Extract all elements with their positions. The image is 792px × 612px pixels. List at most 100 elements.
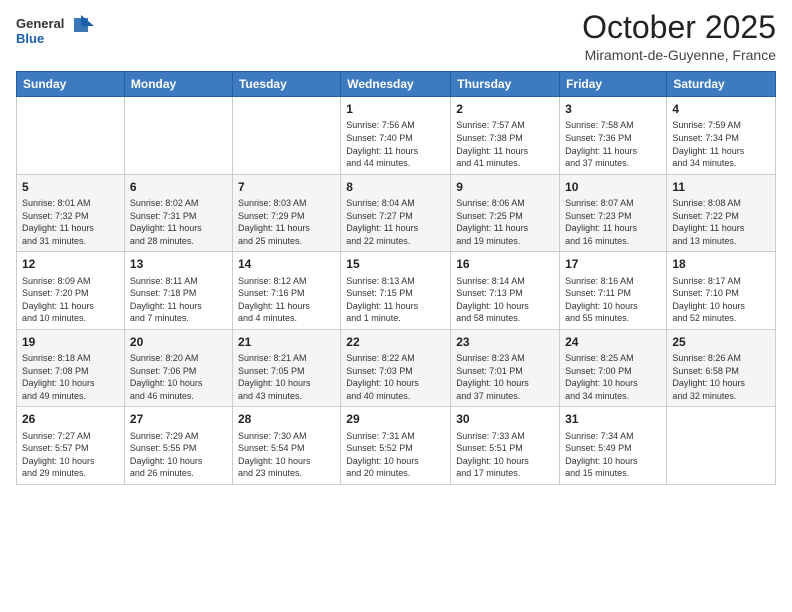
calendar-cell: 25 Sunrise: 8:26 AM Sunset: 6:58 PM Dayli… — [667, 329, 776, 407]
day-number: 5 — [22, 179, 119, 195]
day-info: Sunrise: 8:09 AM Sunset: 7:20 PM Dayligh… — [22, 275, 119, 325]
day-info: Sunrise: 8:16 AM Sunset: 7:11 PM Dayligh… — [565, 275, 661, 325]
svg-text:General: General — [16, 16, 64, 31]
day-number: 18 — [672, 256, 770, 272]
day-info: Sunrise: 8:02 AM Sunset: 7:31 PM Dayligh… — [130, 197, 227, 247]
weekday-header-row: Sunday Monday Tuesday Wednesday Thursday… — [17, 72, 776, 97]
page: General Blue October 2025 Miramont-de-Gu… — [0, 0, 792, 612]
day-number: 8 — [346, 179, 445, 195]
day-number: 4 — [672, 101, 770, 117]
day-number: 17 — [565, 256, 661, 272]
day-info: Sunrise: 8:07 AM Sunset: 7:23 PM Dayligh… — [565, 197, 661, 247]
calendar-cell: 1 Sunrise: 7:56 AM Sunset: 7:40 PM Daylig… — [341, 97, 451, 175]
calendar-cell: 15Sunrise: 8:13 AM Sunset: 7:15 PM Dayli… — [341, 252, 451, 330]
calendar-cell: 28 Sunrise: 7:30 AM Sunset: 5:54 PM Dayli… — [232, 407, 340, 485]
day-info: Sunrise: 8:06 AM Sunset: 7:25 PM Dayligh… — [456, 197, 554, 247]
calendar-cell: 29Sunrise: 7:31 AM Sunset: 5:52 PM Dayli… — [341, 407, 451, 485]
calendar-cell: 5 Sunrise: 8:01 AM Sunset: 7:32 PM Daylig… — [17, 174, 125, 252]
calendar-cell: 7 Sunrise: 8:03 AM Sunset: 7:29 PM Daylig… — [232, 174, 340, 252]
logo-svg: General Blue — [16, 10, 96, 50]
day-number: 23 — [456, 334, 554, 350]
calendar-cell: 23 Sunrise: 8:23 AM Sunset: 7:01 PM Dayli… — [451, 329, 560, 407]
calendar-cell: 14Sunrise: 8:12 AM Sunset: 7:16 PM Dayli… — [232, 252, 340, 330]
day-info: Sunrise: 8:13 AM Sunset: 7:15 PM Dayligh… — [346, 275, 445, 325]
calendar-week-4: 19 Sunrise: 8:18 AM Sunset: 7:08 PM Dayli… — [17, 329, 776, 407]
day-info: Sunrise: 8:20 AM Sunset: 7:06 PM Dayligh… — [130, 352, 227, 402]
day-number: 30 — [456, 411, 554, 427]
day-number: 20 — [130, 334, 227, 350]
month-title: October 2025 — [582, 10, 776, 45]
header-friday: Friday — [560, 72, 667, 97]
header-wednesday: Wednesday — [341, 72, 451, 97]
day-info: Sunrise: 7:30 AM Sunset: 5:54 PM Dayligh… — [238, 430, 335, 480]
calendar-table: Sunday Monday Tuesday Wednesday Thursday… — [16, 71, 776, 485]
day-number: 16 — [456, 256, 554, 272]
day-info: Sunrise: 8:18 AM Sunset: 7:08 PM Dayligh… — [22, 352, 119, 402]
calendar-cell — [124, 97, 232, 175]
day-number: 6 — [130, 179, 227, 195]
day-info: Sunrise: 8:22 AM Sunset: 7:03 PM Dayligh… — [346, 352, 445, 402]
day-number: 9 — [456, 179, 554, 195]
svg-text:Blue: Blue — [16, 31, 44, 46]
day-info: Sunrise: 8:01 AM Sunset: 7:32 PM Dayligh… — [22, 197, 119, 247]
day-number: 2 — [456, 101, 554, 117]
calendar-cell — [667, 407, 776, 485]
day-info: Sunrise: 8:11 AM Sunset: 7:18 PM Dayligh… — [130, 275, 227, 325]
day-info: Sunrise: 7:57 AM Sunset: 7:38 PM Dayligh… — [456, 119, 554, 169]
calendar-cell: 26 Sunrise: 7:27 AM Sunset: 5:57 PM Dayli… — [17, 407, 125, 485]
day-number: 14 — [238, 256, 335, 272]
day-number: 1 — [346, 101, 445, 117]
header-tuesday: Tuesday — [232, 72, 340, 97]
calendar-cell: 21 Sunrise: 8:21 AM Sunset: 7:05 PM Dayli… — [232, 329, 340, 407]
day-number: 21 — [238, 334, 335, 350]
header-monday: Monday — [124, 72, 232, 97]
logo-area: General Blue — [16, 10, 96, 55]
day-number: 10 — [565, 179, 661, 195]
calendar-cell: 6 Sunrise: 8:02 AM Sunset: 7:31 PM Daylig… — [124, 174, 232, 252]
day-info: Sunrise: 8:21 AM Sunset: 7:05 PM Dayligh… — [238, 352, 335, 402]
day-info: Sunrise: 7:29 AM Sunset: 5:55 PM Dayligh… — [130, 430, 227, 480]
day-info: Sunrise: 7:58 AM Sunset: 7:36 PM Dayligh… — [565, 119, 661, 169]
day-info: Sunrise: 8:23 AM Sunset: 7:01 PM Dayligh… — [456, 352, 554, 402]
day-info: Sunrise: 7:33 AM Sunset: 5:51 PM Dayligh… — [456, 430, 554, 480]
calendar-cell: 9 Sunrise: 8:06 AM Sunset: 7:25 PM Daylig… — [451, 174, 560, 252]
day-number: 3 — [565, 101, 661, 117]
calendar-cell: 22 Sunrise: 8:22 AM Sunset: 7:03 PM Dayli… — [341, 329, 451, 407]
calendar-cell: 18Sunrise: 8:17 AM Sunset: 7:10 PM Dayli… — [667, 252, 776, 330]
day-number: 26 — [22, 411, 119, 427]
calendar-cell: 3 Sunrise: 7:58 AM Sunset: 7:36 PM Daylig… — [560, 97, 667, 175]
day-info: Sunrise: 7:56 AM Sunset: 7:40 PM Dayligh… — [346, 119, 445, 169]
calendar-cell: 24 Sunrise: 8:25 AM Sunset: 7:00 PM Dayli… — [560, 329, 667, 407]
header-thursday: Thursday — [451, 72, 560, 97]
calendar-week-3: 12Sunrise: 8:09 AM Sunset: 7:20 PM Dayli… — [17, 252, 776, 330]
day-number: 28 — [238, 411, 335, 427]
calendar-cell: 11Sunrise: 8:08 AM Sunset: 7:22 PM Dayli… — [667, 174, 776, 252]
day-number: 27 — [130, 411, 227, 427]
day-info: Sunrise: 8:03 AM Sunset: 7:29 PM Dayligh… — [238, 197, 335, 247]
day-number: 19 — [22, 334, 119, 350]
calendar-cell: 20 Sunrise: 8:20 AM Sunset: 7:06 PM Dayli… — [124, 329, 232, 407]
calendar-cell — [17, 97, 125, 175]
calendar-week-1: 1 Sunrise: 7:56 AM Sunset: 7:40 PM Daylig… — [17, 97, 776, 175]
calendar-week-2: 5 Sunrise: 8:01 AM Sunset: 7:32 PM Daylig… — [17, 174, 776, 252]
calendar-cell: 10 Sunrise: 8:07 AM Sunset: 7:23 PM Dayli… — [560, 174, 667, 252]
day-number: 31 — [565, 411, 661, 427]
day-number: 22 — [346, 334, 445, 350]
calendar-cell: 31Sunrise: 7:34 AM Sunset: 5:49 PM Dayli… — [560, 407, 667, 485]
day-info: Sunrise: 7:27 AM Sunset: 5:57 PM Dayligh… — [22, 430, 119, 480]
calendar-cell: 16Sunrise: 8:14 AM Sunset: 7:13 PM Dayli… — [451, 252, 560, 330]
day-number: 25 — [672, 334, 770, 350]
calendar-cell — [232, 97, 340, 175]
header-saturday: Saturday — [667, 72, 776, 97]
day-number: 29 — [346, 411, 445, 427]
calendar-cell: 12Sunrise: 8:09 AM Sunset: 7:20 PM Dayli… — [17, 252, 125, 330]
calendar-cell: 17 Sunrise: 8:16 AM Sunset: 7:11 PM Dayli… — [560, 252, 667, 330]
day-number: 7 — [238, 179, 335, 195]
logo: General Blue — [16, 10, 96, 55]
day-number: 24 — [565, 334, 661, 350]
day-number: 13 — [130, 256, 227, 272]
day-number: 11 — [672, 179, 770, 195]
day-info: Sunrise: 8:26 AM Sunset: 6:58 PM Dayligh… — [672, 352, 770, 402]
day-info: Sunrise: 8:25 AM Sunset: 7:00 PM Dayligh… — [565, 352, 661, 402]
calendar-cell: 27 Sunrise: 7:29 AM Sunset: 5:55 PM Dayli… — [124, 407, 232, 485]
